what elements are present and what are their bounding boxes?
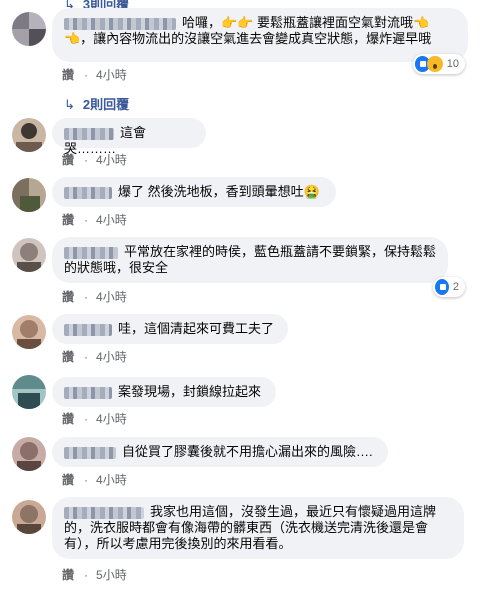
timestamp[interactable]: 4小時 [96, 473, 127, 487]
commenter-name[interactable] [64, 506, 144, 519]
commenter-name[interactable] [64, 186, 112, 199]
avatar-image-icon [12, 315, 46, 349]
comment-text: 自從買了膠囊後就不用擔心漏出來的風險…. [122, 444, 373, 459]
like-link[interactable]: 讚 [62, 350, 74, 364]
commenter-name[interactable] [64, 246, 118, 259]
like-link[interactable]: 讚 [62, 68, 74, 82]
comment-bubble: 哈囉，👉👉 要鬆瓶蓋讓裡面空氣對流哦👈👈，讓內容物流出的沒讓空氣進去會變成真空狀… [52, 8, 468, 62]
like-link[interactable]: 讚 [62, 473, 74, 487]
avatar[interactable] [12, 178, 46, 212]
avatar[interactable] [12, 500, 46, 534]
comment-meta: 讚 · 4小時 [62, 213, 127, 227]
avatar[interactable] [12, 12, 46, 46]
like-link[interactable]: 讚 [62, 412, 74, 426]
comment-bubble: 自從買了膠囊後就不用擔心漏出來的風險…. [52, 437, 388, 467]
avatar-image-icon [12, 12, 46, 46]
commenter-name[interactable] [64, 386, 112, 399]
avatar[interactable] [12, 375, 46, 409]
timestamp[interactable]: 4小時 [96, 290, 127, 304]
like-link[interactable]: 讚 [62, 290, 74, 304]
avatar-image-icon [12, 178, 46, 212]
comment-bubble: 爆了 然後洗地板，香到頭暈想吐🤮 [52, 177, 336, 207]
commenter-name[interactable] [64, 446, 116, 459]
comment-meta: 讚 · 4小時 [62, 68, 127, 82]
comment-text: 爆了 然後洗地板，香到頭暈想吐🤮 [118, 184, 320, 199]
reaction-summary[interactable]: 10 [413, 54, 465, 74]
comment-meta: 讚 · 4小時 [62, 350, 127, 364]
comment-text: 案發現場，封鎖線拉起來 [118, 384, 262, 399]
commenter-name[interactable] [64, 323, 112, 336]
comment-bubble: 平常放在家裡的時侯，藍色瓶蓋請不要鎖緊，保持鬆鬆的狀態哦，很安全 [52, 237, 448, 283]
comment-bubble: 我家也用這個，沒發生過，最近只有懷疑過用這牌的，洗衣服時都會有像海帶的髒東西（洗… [52, 497, 464, 559]
avatar[interactable] [12, 238, 46, 272]
timestamp[interactable]: 4小時 [96, 213, 127, 227]
comment-meta: 讚 · 4小時 [62, 473, 127, 487]
avatar[interactable] [12, 118, 46, 152]
reply-arrow-icon: ↳ [64, 97, 75, 112]
timestamp[interactable]: 5小時 [96, 568, 127, 582]
comment-meta: 讚 · 4小時 [62, 153, 127, 167]
like-link[interactable]: 讚 [62, 568, 74, 582]
comment-text: 哇，這個清起來可費工夫了 [118, 321, 275, 336]
avatar-image-icon [12, 437, 46, 471]
commenter-name[interactable] [64, 17, 176, 30]
comment-meta: 讚 · 5小時 [62, 568, 127, 582]
like-link[interactable]: 讚 [62, 213, 74, 227]
comment-bubble: 哇，這個清起來可費工夫了 [52, 314, 288, 344]
avatar[interactable] [12, 315, 46, 349]
timestamp[interactable]: 4小時 [96, 153, 127, 167]
avatar-image-icon [12, 375, 46, 409]
commenter-name[interactable] [64, 127, 114, 140]
wow-reaction-icon [427, 56, 443, 72]
avatar-image-icon [12, 500, 46, 534]
comment-bubble: 這會哭……… [52, 118, 206, 156]
timestamp[interactable]: 4小時 [96, 412, 127, 426]
like-reaction-icon [435, 279, 449, 295]
avatar-image-icon [12, 238, 46, 272]
comment-meta: 讚 · 4小時 [62, 290, 127, 304]
avatar-image-icon [12, 118, 46, 152]
comment-bubble: 案發現場，封鎖線拉起來 [52, 377, 276, 407]
comment-meta: 讚 · 4小時 [62, 412, 127, 426]
like-link[interactable]: 讚 [62, 153, 74, 167]
comment-text: 平常放在家裡的時侯，藍色瓶蓋請不要鎖緊，保持鬆鬆的狀態哦，很安全 [64, 244, 437, 275]
reaction-summary[interactable]: 2 [433, 277, 465, 297]
avatar[interactable] [12, 437, 46, 471]
timestamp[interactable]: 4小時 [96, 68, 127, 82]
timestamp[interactable]: 4小時 [96, 350, 127, 364]
view-replies-link[interactable]: ↳ 2則回覆 [64, 94, 129, 113]
